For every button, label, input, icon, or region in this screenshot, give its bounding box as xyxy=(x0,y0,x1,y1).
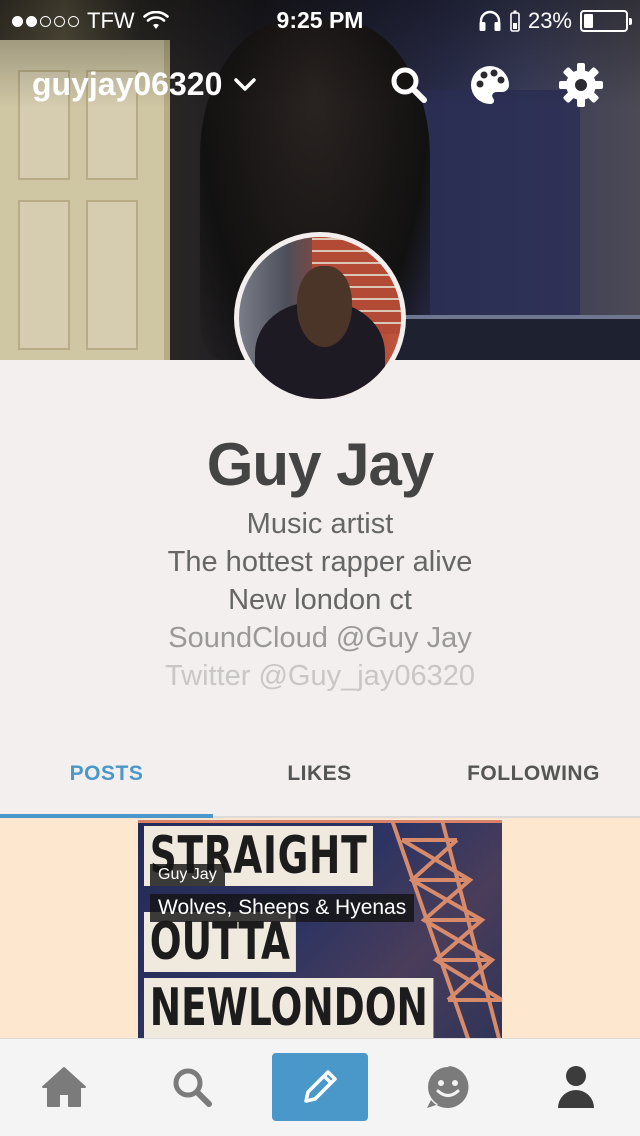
search-button[interactable] xyxy=(386,62,432,108)
palette-icon xyxy=(471,66,509,104)
palette-button[interactable] xyxy=(467,62,513,108)
avatar[interactable] xyxy=(234,232,406,404)
post-card[interactable]: STRAIGHT OUTTA NEWLONDON Guy Jay Wolves,… xyxy=(138,820,502,1038)
profile-info: Guy Jay Music artist The hottest rapper … xyxy=(0,430,640,695)
profile-bio: Music artist The hottest rapper alive Ne… xyxy=(0,505,640,695)
top-nav: guyjay06320 xyxy=(0,56,640,116)
settings-button[interactable] xyxy=(558,62,604,108)
bluetooth-battery-icon xyxy=(510,10,520,32)
compose-icon xyxy=(304,1070,337,1103)
post-title: Wolves, Sheeps & Hyenas xyxy=(150,894,415,922)
compose-button[interactable] xyxy=(272,1053,368,1121)
bio-line: Music artist xyxy=(246,508,394,540)
battery-icon xyxy=(580,10,632,32)
post-feed: STRAIGHT OUTTA NEWLONDON Guy Jay Wolves,… xyxy=(0,818,640,1038)
search-icon xyxy=(391,67,427,103)
bio-line: New london ct xyxy=(228,584,412,616)
headphones-icon xyxy=(479,10,501,31)
tab-likes[interactable]: LIKES xyxy=(213,762,426,786)
status-bar: TFW 9:25 PM 23% xyxy=(0,0,640,40)
battery-percent: 23% xyxy=(527,8,572,33)
bio-line: Twitter @Guy_jay06320 xyxy=(165,660,475,692)
tab-following[interactable]: FOLLOWING xyxy=(427,762,640,786)
explore-tab[interactable] xyxy=(144,1053,240,1121)
username-label: guyjay06320 xyxy=(32,66,223,102)
home-tab[interactable] xyxy=(16,1053,112,1121)
gear-icon xyxy=(559,63,603,107)
account-icon xyxy=(558,1066,594,1108)
activity-tab[interactable] xyxy=(400,1053,496,1121)
bio-line: The hottest rapper alive xyxy=(167,546,473,578)
bio-line: SoundCloud @Guy Jay xyxy=(168,622,472,654)
blog-switcher[interactable]: guyjay06320 xyxy=(32,66,257,103)
profile-tabs: POSTS LIKES FOLLOWING xyxy=(0,740,640,818)
post-author: Guy Jay xyxy=(150,864,225,886)
activity-icon xyxy=(427,1066,469,1108)
artwork-text: NEWLONDON xyxy=(144,978,434,1038)
bottom-tab-bar xyxy=(0,1038,640,1136)
account-tab[interactable] xyxy=(528,1053,624,1121)
chevron-down-icon xyxy=(234,77,257,91)
profile-name: Guy Jay xyxy=(206,431,434,498)
tab-posts[interactable]: POSTS xyxy=(0,762,213,786)
search-icon xyxy=(173,1068,212,1107)
home-icon xyxy=(42,1067,86,1107)
